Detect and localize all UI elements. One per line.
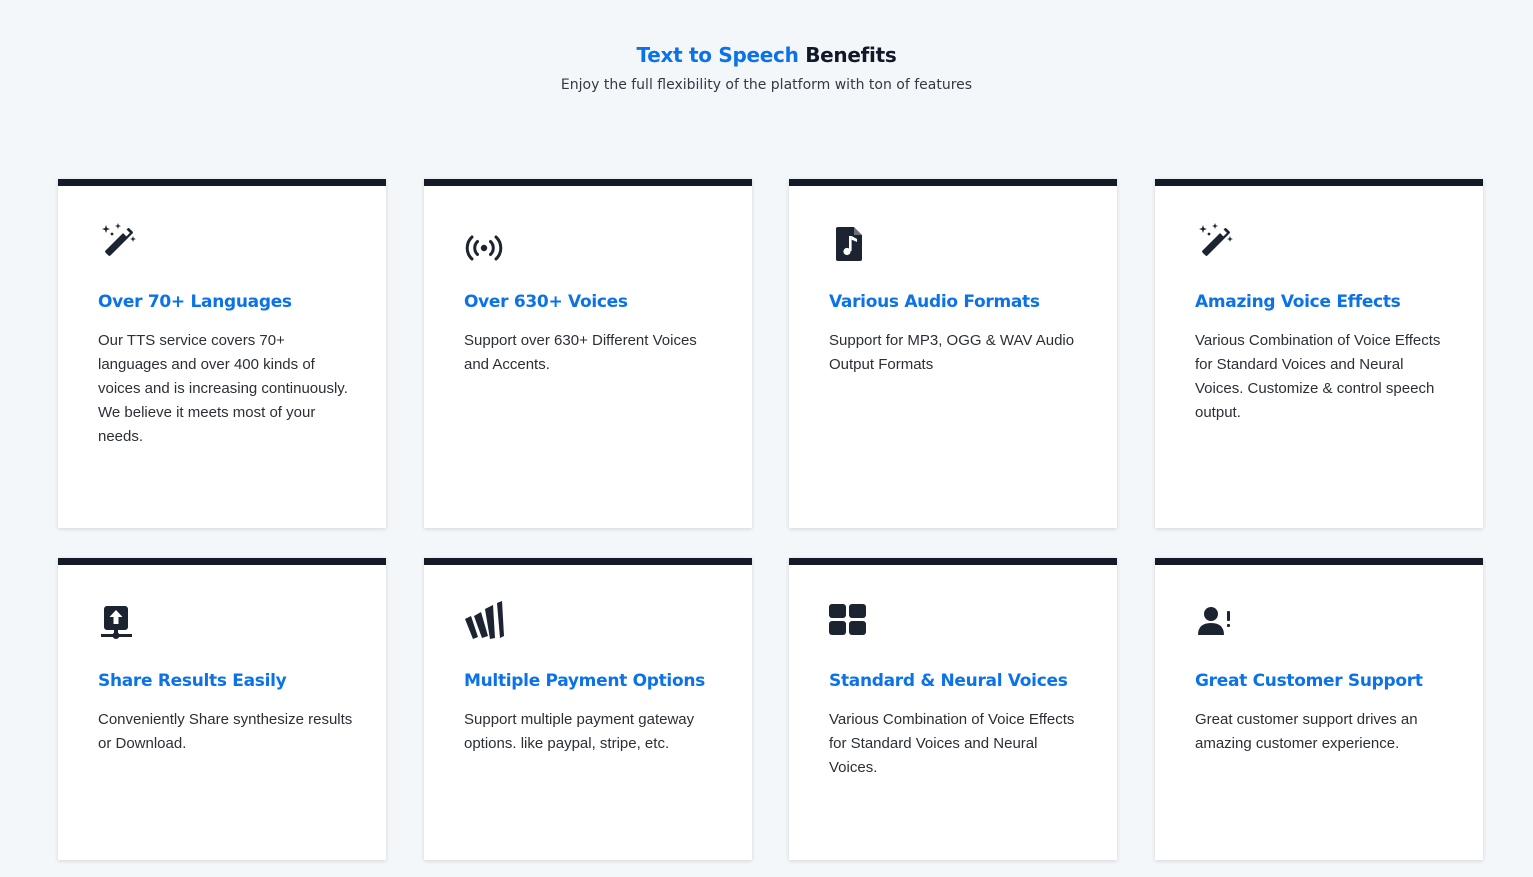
card-title: Amazing Voice Effects [1195,292,1401,312]
feature-card-payment: Multiple Payment Options Support multipl… [424,558,752,860]
feature-card-audio-formats: Various Audio Formats Support for MP3, O… [789,179,1117,528]
card-text: Conveniently Share synthesize results or… [98,711,353,752]
upload-share-icon [98,601,138,641]
card-text: Our TTS service covers 70+ languages and… [98,332,348,445]
feature-card-support: Great Customer Support Great customer su… [1155,558,1483,860]
broadcast-icon [464,222,504,262]
feature-card-voices: Over 630+ Voices Support over 630+ Diffe… [424,179,752,528]
card-text: Various Combination of Voice Effects for… [1195,332,1441,421]
user-alert-icon [1195,601,1235,641]
card-title: Various Audio Formats [829,292,1040,312]
feature-card-languages: Over 70+ Languages Our TTS service cover… [58,179,386,528]
section-header: Text to Speech Benefits Enjoy the full f… [0,40,1533,96]
section-subtitle: Enjoy the full flexibility of the platfo… [560,77,973,93]
payment-gateway-icon [464,601,504,641]
card-text: Great customer support drives an amazing… [1195,711,1418,752]
card-text: Various Combination of Voice Effects for… [829,711,1075,776]
card-text: Support for MP3, OGG & WAV Audio Output … [829,332,1075,373]
magic-wand-icon [1195,222,1235,262]
card-title: Over 630+ Voices [464,292,628,312]
section-title: Text to Speech Benefits [0,40,1533,70]
card-text: Support multiple payment gateway options… [464,711,695,752]
magic-wand-icon [98,222,138,262]
card-title: Standard & Neural Voices [829,671,1068,691]
grid-icon [829,601,869,641]
section-title-accent: Text to Speech [636,43,799,67]
feature-card-standard-neural: Standard & Neural Voices Various Combina… [789,558,1117,860]
audio-file-icon [829,222,869,262]
section-title-rest: Benefits [805,43,897,67]
card-text: Support over 630+ Different Voices and A… [464,332,697,373]
feature-card-voice-effects: Amazing Voice Effects Various Combinatio… [1155,179,1483,528]
card-title: Share Results Easily [98,671,287,691]
card-title: Multiple Payment Options [464,671,705,691]
feature-card-share: Share Results Easily Conveniently Share … [58,558,386,860]
card-title: Over 70+ Languages [98,292,292,312]
card-title: Great Customer Support [1195,671,1423,691]
